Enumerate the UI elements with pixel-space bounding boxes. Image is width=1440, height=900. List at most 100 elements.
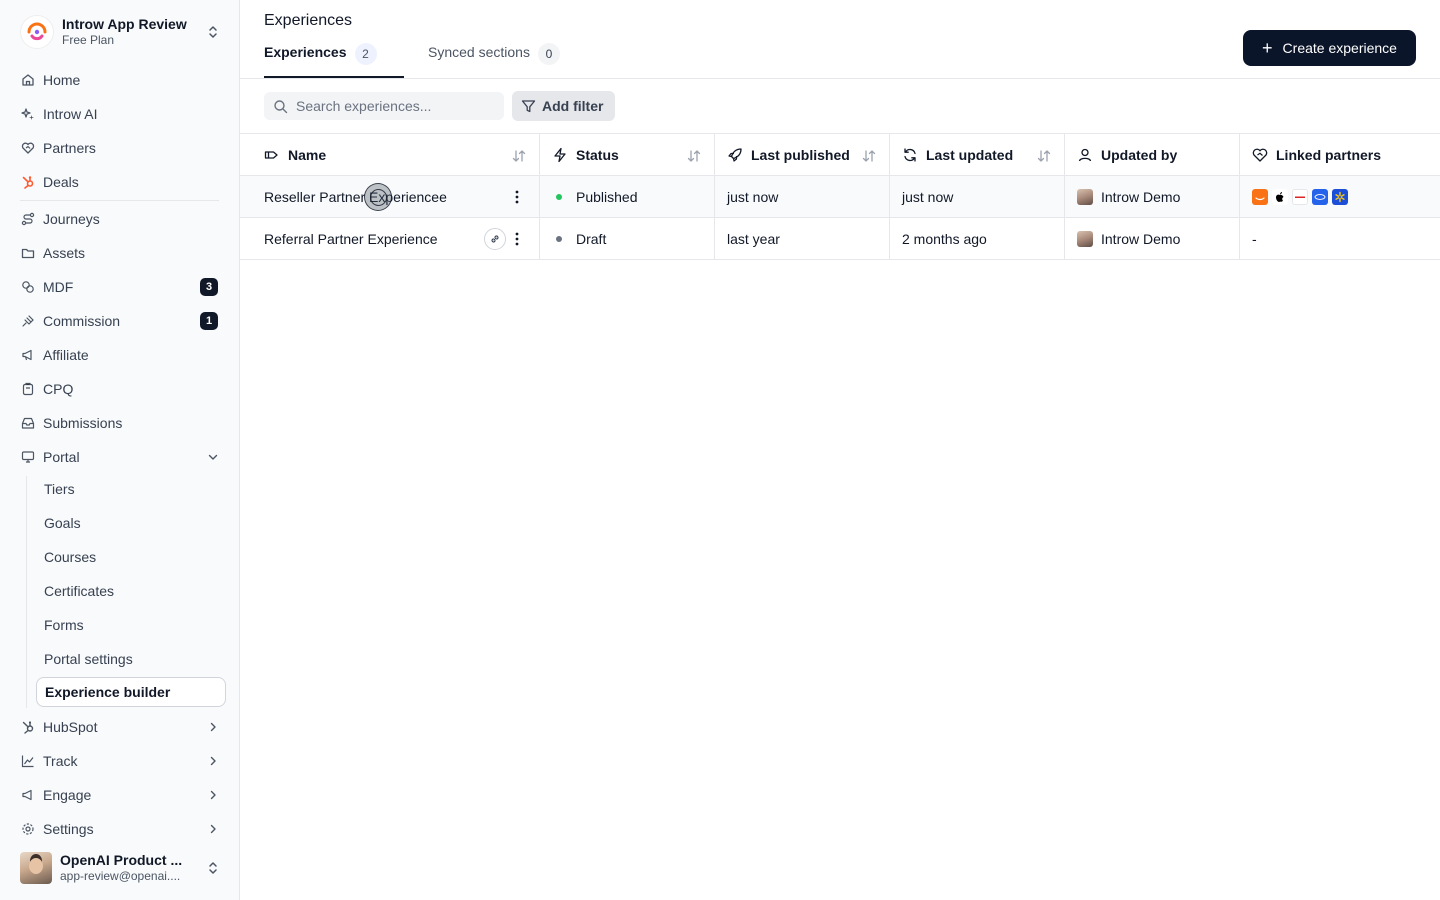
sidebar-item-label: Portal	[43, 449, 80, 465]
sidebar-item-label: Journeys	[43, 211, 100, 227]
sidebar-subitem-experience-builder[interactable]: Experience builder	[36, 677, 226, 707]
sidebar-item-engage[interactable]: Engage	[12, 781, 228, 809]
search-box[interactable]	[264, 92, 504, 120]
sidebar-item-deals[interactable]: Deals	[12, 168, 228, 196]
cell-last-published: just now	[715, 176, 890, 217]
sidebar-item-assets[interactable]: Assets	[12, 239, 228, 267]
add-filter-button[interactable]: Add filter	[512, 91, 615, 121]
status-badge: Published	[576, 188, 638, 205]
lightning-icon	[552, 147, 568, 163]
sidebar-item-commission[interactable]: Commission 1	[12, 307, 228, 335]
cell-name[interactable]: Reseller Partner Experiencee	[240, 176, 540, 217]
create-experience-button[interactable]: + Create experience	[1243, 30, 1416, 66]
status-dot	[556, 235, 562, 242]
table-row[interactable]: Referral Partner Experience Draft last y…	[240, 218, 1440, 260]
sort-icon[interactable]	[1036, 148, 1052, 164]
sidebar-item-label: Settings	[43, 821, 94, 837]
cell-last-published: last year	[715, 218, 890, 259]
sidebar: Introw App Review Free Plan Home Introw …	[0, 0, 240, 900]
sidebar-item-settings[interactable]: Settings	[12, 815, 228, 843]
sidebar-subitem-tiers[interactable]: Tiers	[36, 474, 226, 504]
home-icon	[20, 73, 35, 88]
sidebar-item-label: Affiliate	[43, 347, 89, 363]
column-header-status[interactable]: Status	[540, 134, 715, 175]
sidebar-subitem-courses[interactable]: Courses	[36, 542, 226, 572]
avatar	[1077, 230, 1093, 247]
introw-logo-icon	[20, 15, 54, 49]
cell-linked-partners: ▬▬	[1240, 176, 1440, 217]
cell-updated-by: Introw Demo	[1065, 176, 1240, 217]
more-options-icon[interactable]	[509, 189, 525, 205]
sidebar-item-submissions[interactable]: Submissions	[12, 409, 228, 437]
status-badge: Draft	[576, 230, 607, 247]
more-options-icon[interactable]	[509, 231, 525, 247]
sidebar-item-affiliate[interactable]: Affiliate	[12, 341, 228, 369]
workspace-name: Introw App Review	[62, 16, 187, 32]
column-header-label: Last updated	[926, 146, 1014, 163]
table-row[interactable]: Reseller Partner Experiencee Published j…	[240, 176, 1440, 218]
column-header-last-published[interactable]: Last published	[715, 134, 890, 175]
sidebar-item-label: Introw AI	[43, 106, 98, 122]
sidebar-item-label: Submissions	[43, 415, 123, 431]
sidebar-item-partners[interactable]: Partners	[12, 134, 228, 162]
user-menu[interactable]: OpenAI Product ... app-review@openai....	[12, 848, 228, 888]
user-name: OpenAI Product ...	[60, 852, 183, 868]
tag-icon	[264, 147, 280, 163]
user-email: app-review@openai....	[60, 869, 181, 883]
column-header-name[interactable]: Name	[240, 134, 540, 175]
sort-icon[interactable]	[861, 148, 877, 164]
tab-synced-sections[interactable]: Synced sections 0	[428, 43, 560, 78]
workspace-plan: Free Plan	[62, 33, 115, 47]
chevron-right-icon	[206, 754, 220, 768]
partner-logos: ▬▬	[1252, 188, 1352, 205]
refresh-icon	[902, 147, 918, 163]
amazon-logo-icon	[1252, 188, 1268, 205]
cell-last-updated: just now	[890, 176, 1065, 217]
main-content: Experiences Experiences 2 Synced section…	[240, 0, 1440, 900]
sort-icon[interactable]	[686, 148, 702, 164]
experience-name: Referral Partner Experience	[264, 230, 438, 247]
sidebar-item-journeys[interactable]: Journeys	[12, 205, 228, 233]
cell-status: Published	[540, 176, 715, 217]
tab-count-badge: 2	[354, 43, 377, 65]
sidebar-item-label: Track	[43, 753, 78, 769]
samsung-logo-icon	[1312, 188, 1328, 205]
sidebar-item-hubspot[interactable]: HubSpot	[12, 713, 228, 741]
plus-icon: +	[1262, 38, 1273, 58]
search-input[interactable]	[296, 98, 496, 114]
sidebar-item-label: Commission	[43, 313, 121, 329]
cell-updated-by: Introw Demo	[1065, 218, 1240, 259]
column-header-updated-by[interactable]: Updated by	[1065, 134, 1240, 175]
sidebar-item-portal[interactable]: Portal	[12, 443, 228, 471]
apple-logo-icon	[1272, 188, 1288, 205]
sidebar-item-cpq[interactable]: CPQ	[12, 375, 228, 403]
page-title: Experiences	[264, 12, 353, 29]
sidebar-item-label: HubSpot	[43, 719, 98, 735]
folder-icon	[20, 246, 35, 261]
sidebar-divider	[20, 200, 219, 201]
sidebar-item-track[interactable]: Track	[12, 747, 228, 775]
sidebar-subitem-goals[interactable]: Goals	[36, 508, 226, 538]
sidebar-subitem-portal-settings[interactable]: Portal settings	[36, 644, 226, 674]
workspace-switcher[interactable]: Introw App Review Free Plan	[12, 10, 228, 54]
coins-icon	[20, 280, 35, 295]
column-header-linked-partners[interactable]: Linked partners	[1240, 134, 1440, 175]
sidebar-item-home[interactable]: Home	[12, 66, 228, 94]
hubspot-icon	[20, 720, 35, 735]
sidebar-item-label: Engage	[43, 787, 92, 803]
sort-icon[interactable]	[511, 148, 527, 164]
column-header-last-updated[interactable]: Last updated	[890, 134, 1065, 175]
tab-experiences[interactable]: Experiences 2	[264, 43, 404, 78]
column-header-label: Last published	[751, 146, 850, 163]
chevron-down-icon	[206, 450, 220, 464]
sidebar-item-mdf[interactable]: MDF 3	[12, 273, 228, 301]
sidebar-item-introw-ai[interactable]: Introw AI	[12, 100, 228, 128]
link-icon[interactable]	[484, 228, 506, 250]
avatar	[1077, 188, 1093, 205]
cell-name[interactable]: Referral Partner Experience	[240, 218, 540, 259]
clipboard-icon	[20, 382, 35, 397]
sidebar-subitem-forms[interactable]: Forms	[36, 610, 226, 640]
cell-last-updated: 2 months ago	[890, 218, 1065, 259]
commission-count-badge: 1	[200, 312, 218, 330]
sidebar-subitem-certificates[interactable]: Certificates	[36, 576, 226, 606]
